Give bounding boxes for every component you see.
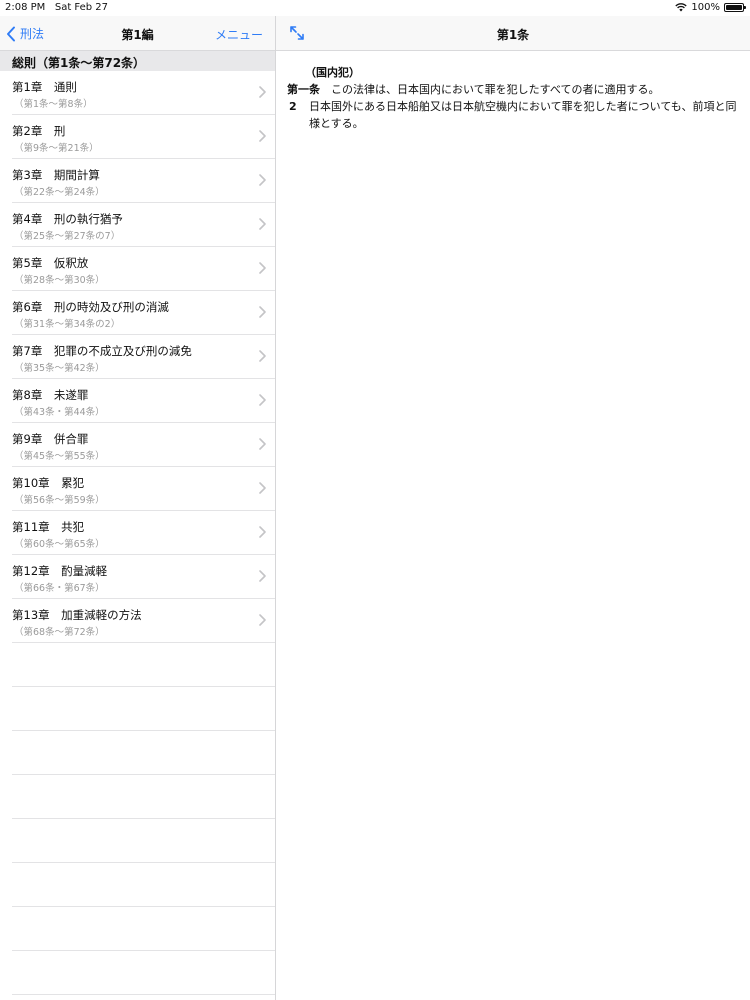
chevron-right-icon [259, 526, 266, 538]
chapter-range: （第45条～第55条） [14, 451, 105, 462]
chevron-right-icon [259, 614, 266, 626]
battery-percent: 100% [691, 2, 720, 13]
chapter-title: 第4章 刑の執行猶予 [12, 212, 123, 226]
chapter-range: （第35条～第42条） [14, 363, 105, 374]
chapter-title: 第12章 酌量減軽 [12, 564, 108, 578]
menu-button[interactable]: メニュー [215, 26, 263, 43]
chapter-title: 第10章 累犯 [12, 476, 85, 490]
chevron-right-icon [259, 438, 266, 450]
chapter-range: （第22条～第24条） [14, 187, 105, 198]
chapter-row[interactable]: 第6章 刑の時効及び刑の消滅 （第31条～第34条の2） [12, 291, 275, 335]
chapter-title: 第11章 共犯 [12, 520, 85, 534]
master-nav-bar: 刑法 第1編 メニュー [0, 16, 275, 51]
chapter-range: （第31条～第34条の2） [14, 319, 121, 330]
empty-row [12, 907, 275, 951]
article-heading: （国内犯） [305, 66, 360, 79]
chapter-title: 第2章 刑 [12, 124, 66, 138]
empty-row [12, 731, 275, 775]
empty-row [12, 819, 275, 863]
chapter-title: 第1章 通則 [12, 80, 77, 94]
status-clock: 2:08 PM [5, 2, 46, 13]
chapter-range: （第68条～第72条） [14, 627, 105, 638]
chevron-right-icon [259, 262, 266, 274]
article-paragraph-2-text: 日本国外にある日本船舶又は日本航空機内において罪を犯した者についても、前項と同様… [309, 100, 737, 130]
article-paragraph-1-text: この法律は、日本国内において罪を犯したすべての者に適用する。 [320, 83, 660, 96]
battery-fill [726, 5, 742, 10]
article-paragraph-2: 2 日本国外にある日本船舶又は日本航空機内において罪を犯した者についても、前項と… [287, 98, 737, 132]
chevron-right-icon [259, 130, 266, 142]
chevron-right-icon [259, 394, 266, 406]
chapter-title: 第7章 犯罪の不成立及び刑の減免 [12, 344, 192, 358]
chapter-range: （第56条～第59条） [14, 495, 105, 506]
detail-pane: 第1条 （国内犯） 第一条 この法律は、日本国内において罪を犯したすべての者に適… [276, 16, 750, 1000]
chapter-range: （第25条～第27条の7） [14, 231, 121, 242]
detail-nav-bar: 第1条 [276, 16, 750, 51]
chapter-row[interactable]: 第9章 併合罪 （第45条～第55条） [12, 423, 275, 467]
chevron-right-icon [259, 218, 266, 230]
article-paragraph-1: 第一条 この法律は、日本国内において罪を犯したすべての者に適用する。 [287, 81, 737, 98]
chapter-range: （第28条～第30条） [14, 275, 105, 286]
status-right: 100% [675, 2, 746, 13]
section-header: 総則（第1条～第72条） [0, 51, 275, 71]
chapter-range: （第43条・第44条） [14, 407, 105, 418]
chapter-range: （第60条～第65条） [14, 539, 105, 550]
chapter-title: 第5章 仮釈放 [12, 256, 89, 270]
chapter-title: 第3章 期間計算 [12, 168, 100, 182]
chapter-row[interactable]: 第13章 加重減軽の方法 （第68条～第72条） [12, 599, 275, 643]
chapter-row[interactable]: 第11章 共犯 （第60条～第65条） [12, 511, 275, 555]
chapter-title: 第9章 併合罪 [12, 432, 89, 446]
empty-row [12, 775, 275, 819]
chapter-row[interactable]: 第8章 未遂罪 （第43条・第44条） [12, 379, 275, 423]
article-label: 第一条 [287, 83, 320, 96]
chapter-title: 第6章 刑の時効及び刑の消滅 [12, 300, 169, 314]
chapter-title: 第8章 未遂罪 [12, 388, 89, 402]
empty-row [12, 863, 275, 907]
empty-row [12, 951, 275, 995]
detail-title: 第1条 [496, 28, 530, 42]
article-content: （国内犯） 第一条 この法律は、日本国内において罪を犯したすべての者に適用する。… [287, 64, 737, 132]
paragraph-number: 2 [289, 100, 297, 113]
chapter-row[interactable]: 第12章 酌量減軽 （第66条・第67条） [12, 555, 275, 599]
empty-row [12, 687, 275, 731]
chevron-right-icon [259, 570, 266, 582]
empty-row [12, 643, 275, 687]
chevron-right-icon [259, 306, 266, 318]
chapter-list: 第1章 通則 （第1条～第8条） 第2章 刑 （第9条～第21条） 第3章 期間計算 （第… [0, 71, 275, 995]
chapter-row[interactable]: 第5章 仮釈放 （第28条～第30条） [12, 247, 275, 291]
status-bar: 2:08 PM Sat Feb 27 100% [0, 0, 750, 16]
chapter-range: （第66条・第67条） [14, 583, 105, 594]
chapter-range: （第9条～第21条） [14, 143, 99, 154]
chapter-row[interactable]: 第4章 刑の執行猶予 （第25条～第27条の7） [12, 203, 275, 247]
status-time: 2:08 PM Sat Feb 27 [5, 2, 108, 13]
battery-icon [724, 3, 746, 12]
chapter-title: 第13章 加重減軽の方法 [12, 608, 142, 622]
chevron-right-icon [259, 482, 266, 494]
chevron-right-icon [259, 86, 266, 98]
chevron-right-icon [259, 174, 266, 186]
chapter-range: （第1条～第8条） [14, 99, 93, 110]
chapter-row[interactable]: 第2章 刑 （第9条～第21条） [12, 115, 275, 159]
wifi-icon [675, 3, 688, 12]
chapter-row[interactable]: 第10章 累犯 （第56条～第59条） [12, 467, 275, 511]
chapter-row[interactable]: 第1章 通則 （第1条～第8条） [12, 71, 275, 115]
chapter-row[interactable]: 第7章 犯罪の不成立及び刑の減免 （第35条～第42条） [12, 335, 275, 379]
master-pane: 刑法 第1編 メニュー 総則（第1条～第72条） 第1章 通則 （第1条～第8条）… [0, 16, 275, 1000]
status-date: Sat Feb 27 [54, 2, 109, 13]
chapter-row[interactable]: 第3章 期間計算 （第22条～第24条） [12, 159, 275, 203]
chevron-right-icon [259, 350, 266, 362]
